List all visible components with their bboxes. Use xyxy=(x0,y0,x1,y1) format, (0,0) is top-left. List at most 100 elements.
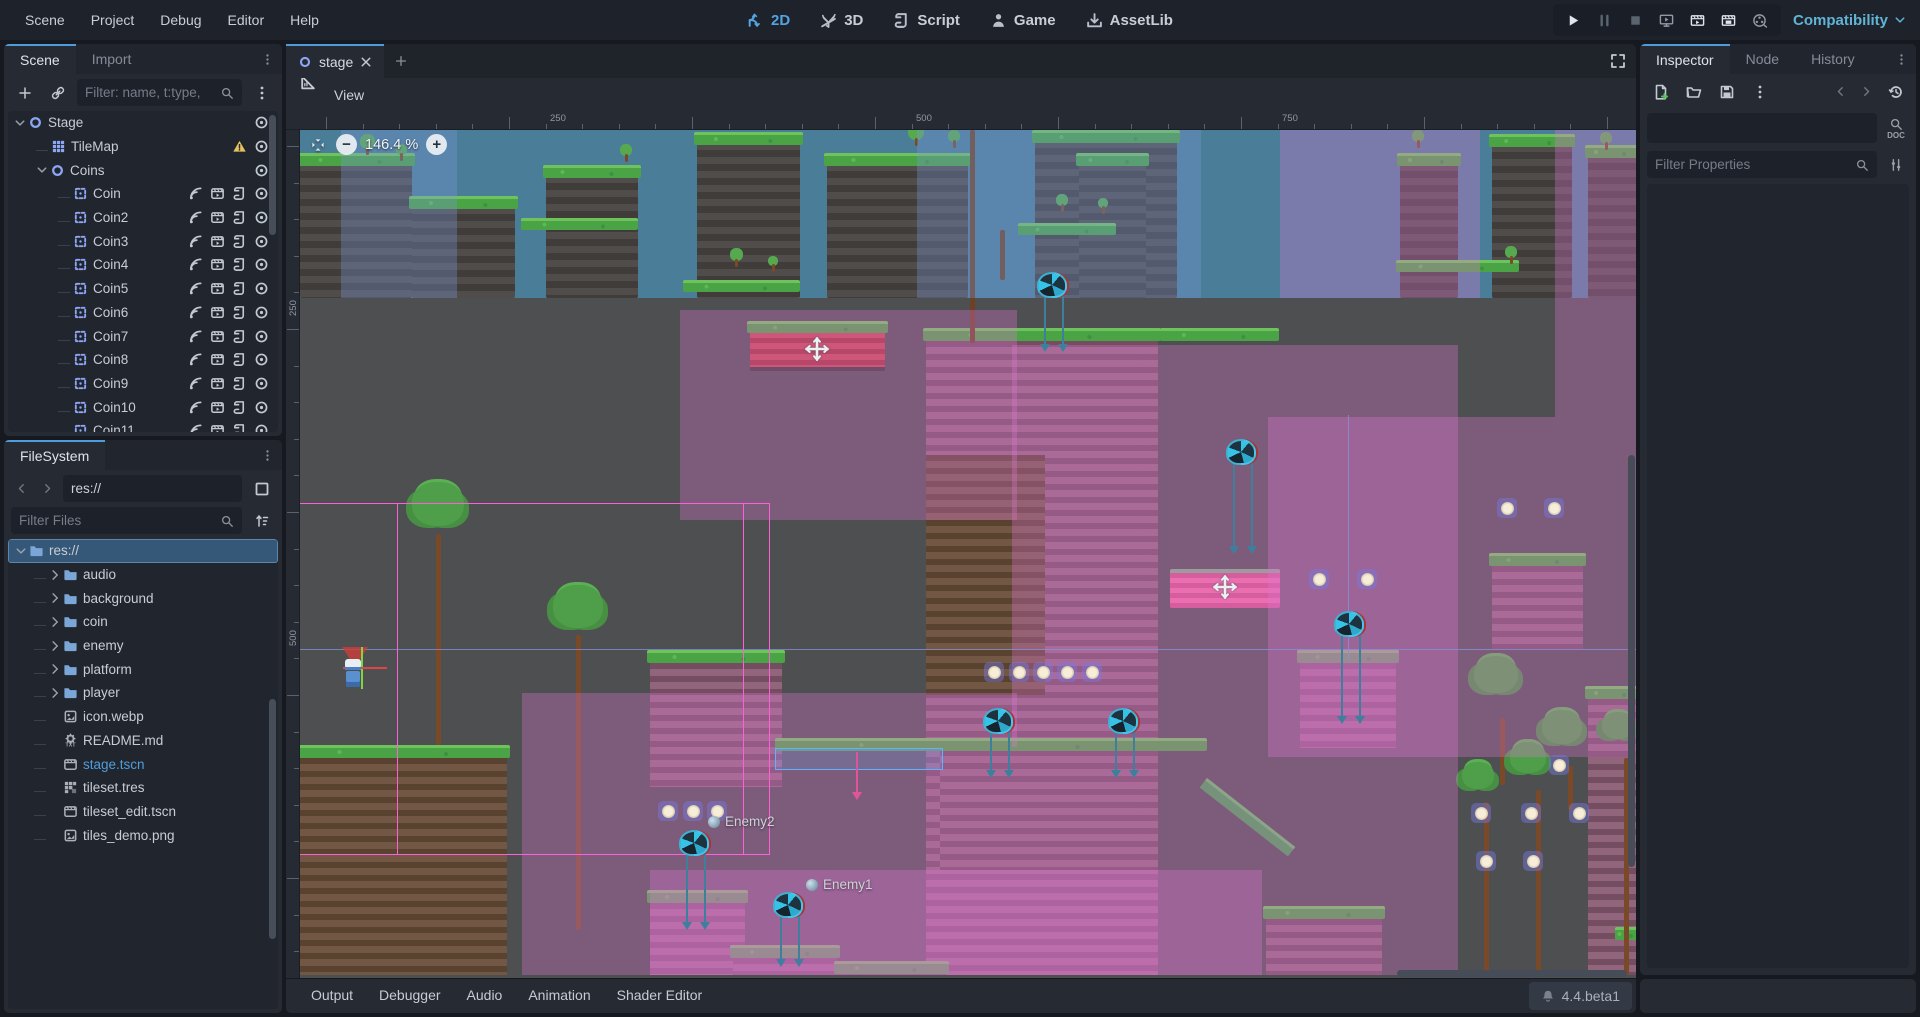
zoom-in-button[interactable]: + xyxy=(426,134,447,155)
viewport-hscrollbar[interactable] xyxy=(1397,970,1627,977)
scriptbadge-icon[interactable] xyxy=(232,210,247,225)
scriptbadge-icon[interactable] xyxy=(232,281,247,296)
anim-icon[interactable] xyxy=(210,234,225,249)
move-gizmo[interactable] xyxy=(1212,574,1238,600)
scriptbadge-icon[interactable] xyxy=(232,400,247,415)
scene-node-coin10[interactable]: Coin10 xyxy=(8,395,278,419)
inspector-tab-history[interactable]: History xyxy=(1795,44,1871,74)
anim-icon[interactable] xyxy=(210,400,225,415)
inspector-tab-node[interactable]: Node xyxy=(1730,44,1795,74)
fs-item-stage-tscn[interactable]: stage.tscn xyxy=(8,752,278,776)
new-scene-tab-button[interactable] xyxy=(384,44,418,78)
pause-button[interactable] xyxy=(1592,7,1618,33)
tree-canopy[interactable] xyxy=(1462,762,1494,789)
coin-sprite[interactable] xyxy=(1569,803,1589,823)
switch-2d[interactable]: 2D xyxy=(737,7,800,34)
coin-sprite[interactable] xyxy=(658,801,678,821)
enemy-sprite[interactable] xyxy=(1108,708,1138,734)
scene-node-stage[interactable]: Stage xyxy=(8,111,278,135)
chevron-right-icon[interactable] xyxy=(49,663,61,675)
collision-shape-rect[interactable] xyxy=(775,748,943,770)
signal-icon[interactable] xyxy=(188,186,203,201)
scriptbadge-icon[interactable] xyxy=(232,305,247,320)
anim-icon[interactable] xyxy=(210,305,225,320)
coin-sprite[interactable] xyxy=(1009,662,1029,682)
chevron-down-icon[interactable] xyxy=(36,164,48,176)
anim-icon[interactable] xyxy=(210,376,225,391)
anim-icon[interactable] xyxy=(210,329,225,344)
warning-icon[interactable] xyxy=(232,139,247,154)
switch-assetlib[interactable]: AssetLib xyxy=(1076,7,1183,34)
coin-sprite[interactable] xyxy=(683,801,703,821)
eye-icon[interactable] xyxy=(254,352,269,367)
anim-icon[interactable] xyxy=(210,210,225,225)
signal-icon[interactable] xyxy=(188,281,203,296)
open-docs-button[interactable]: DOC xyxy=(1883,115,1909,141)
coin-sprite[interactable] xyxy=(1357,569,1377,589)
coin-sprite[interactable] xyxy=(1497,498,1517,518)
coin-sprite[interactable] xyxy=(1523,851,1543,871)
scriptbadge-icon[interactable] xyxy=(232,186,247,201)
enemy-sprite[interactable] xyxy=(679,830,709,856)
scriptbadge-icon[interactable] xyxy=(232,234,247,249)
scene-tab-stage[interactable]: stage xyxy=(286,44,384,78)
chevron-right-icon[interactable] xyxy=(49,569,61,581)
eye-icon[interactable] xyxy=(254,115,269,130)
play-scene-button[interactable] xyxy=(1685,7,1711,33)
menu-debug[interactable]: Debug xyxy=(149,6,212,34)
distraction-free-button[interactable] xyxy=(1600,44,1636,78)
menu-help[interactable]: Help xyxy=(279,6,330,34)
anim-icon[interactable] xyxy=(210,281,225,296)
coin-sprite[interactable] xyxy=(1476,851,1496,871)
zoom-value[interactable]: 146.4 % xyxy=(365,137,418,153)
inspector-filter-input[interactable]: Filter Properties xyxy=(1647,151,1877,178)
scene-dock-menu[interactable] xyxy=(253,44,282,74)
version-info[interactable]: 4.4.beta1 xyxy=(1529,982,1632,1010)
grass-strip[interactable] xyxy=(1160,328,1279,341)
fs-back-button[interactable] xyxy=(11,475,31,502)
remote-debug-button[interactable] xyxy=(1654,7,1680,33)
enemy-sprite[interactable] xyxy=(773,892,803,918)
fs-item-audio[interactable]: audio xyxy=(8,563,278,587)
view-menu[interactable]: View xyxy=(324,83,374,107)
scriptbadge-icon[interactable] xyxy=(232,257,247,272)
enemy-sprite[interactable] xyxy=(1334,611,1364,637)
load-resource-button[interactable] xyxy=(1680,78,1707,105)
scene-node-coin4[interactable]: Coin4 xyxy=(8,253,278,277)
scriptbadge-icon[interactable] xyxy=(232,376,247,391)
fs-dock-menu[interactable] xyxy=(253,440,282,470)
scene-filter-input[interactable]: Filter: name, t:type, xyxy=(77,79,242,106)
switch-3d[interactable]: 3D xyxy=(810,7,873,34)
coin-sprite[interactable] xyxy=(984,662,1004,682)
scene-node-coin5[interactable]: Coin5 xyxy=(8,277,278,301)
switch-script[interactable]: Script xyxy=(883,7,970,34)
eye-icon[interactable] xyxy=(254,281,269,296)
bottom-tab-audio[interactable]: Audio xyxy=(454,981,516,1009)
eye-icon[interactable] xyxy=(254,186,269,201)
scriptbadge-icon[interactable] xyxy=(232,329,247,344)
chevron-down-icon[interactable] xyxy=(15,545,27,557)
scriptbadge-icon[interactable] xyxy=(232,423,247,432)
renderer-selector[interactable]: Compatibility xyxy=(1793,12,1906,29)
coin-sprite[interactable] xyxy=(1544,498,1564,518)
viewport-vscrollbar[interactable] xyxy=(1628,455,1635,867)
move-gizmo[interactable] xyxy=(804,336,830,362)
signal-icon[interactable] xyxy=(188,305,203,320)
eye-icon[interactable] xyxy=(254,423,269,432)
property-tools-button[interactable] xyxy=(1883,152,1909,178)
fs-path-input[interactable]: res:// xyxy=(63,475,242,502)
signal-icon[interactable] xyxy=(188,210,203,225)
new-resource-button[interactable] xyxy=(1647,78,1674,105)
eye-icon[interactable] xyxy=(254,376,269,391)
signal-icon[interactable] xyxy=(188,234,203,249)
center-view-icon[interactable] xyxy=(308,135,328,155)
scene-tab-scene[interactable]: Scene xyxy=(4,44,76,74)
bottom-tab-output[interactable]: Output xyxy=(298,981,366,1009)
eye-icon[interactable] xyxy=(254,400,269,415)
fs-tab-filesystem[interactable]: FileSystem xyxy=(4,440,105,470)
canvas-2d[interactable]: − 146.4 % + xyxy=(300,130,1636,978)
signal-icon[interactable] xyxy=(188,400,203,415)
inspector-history-button[interactable] xyxy=(1882,78,1909,105)
close-icon[interactable] xyxy=(360,56,372,68)
scene-tab-import[interactable]: Import xyxy=(76,44,148,74)
